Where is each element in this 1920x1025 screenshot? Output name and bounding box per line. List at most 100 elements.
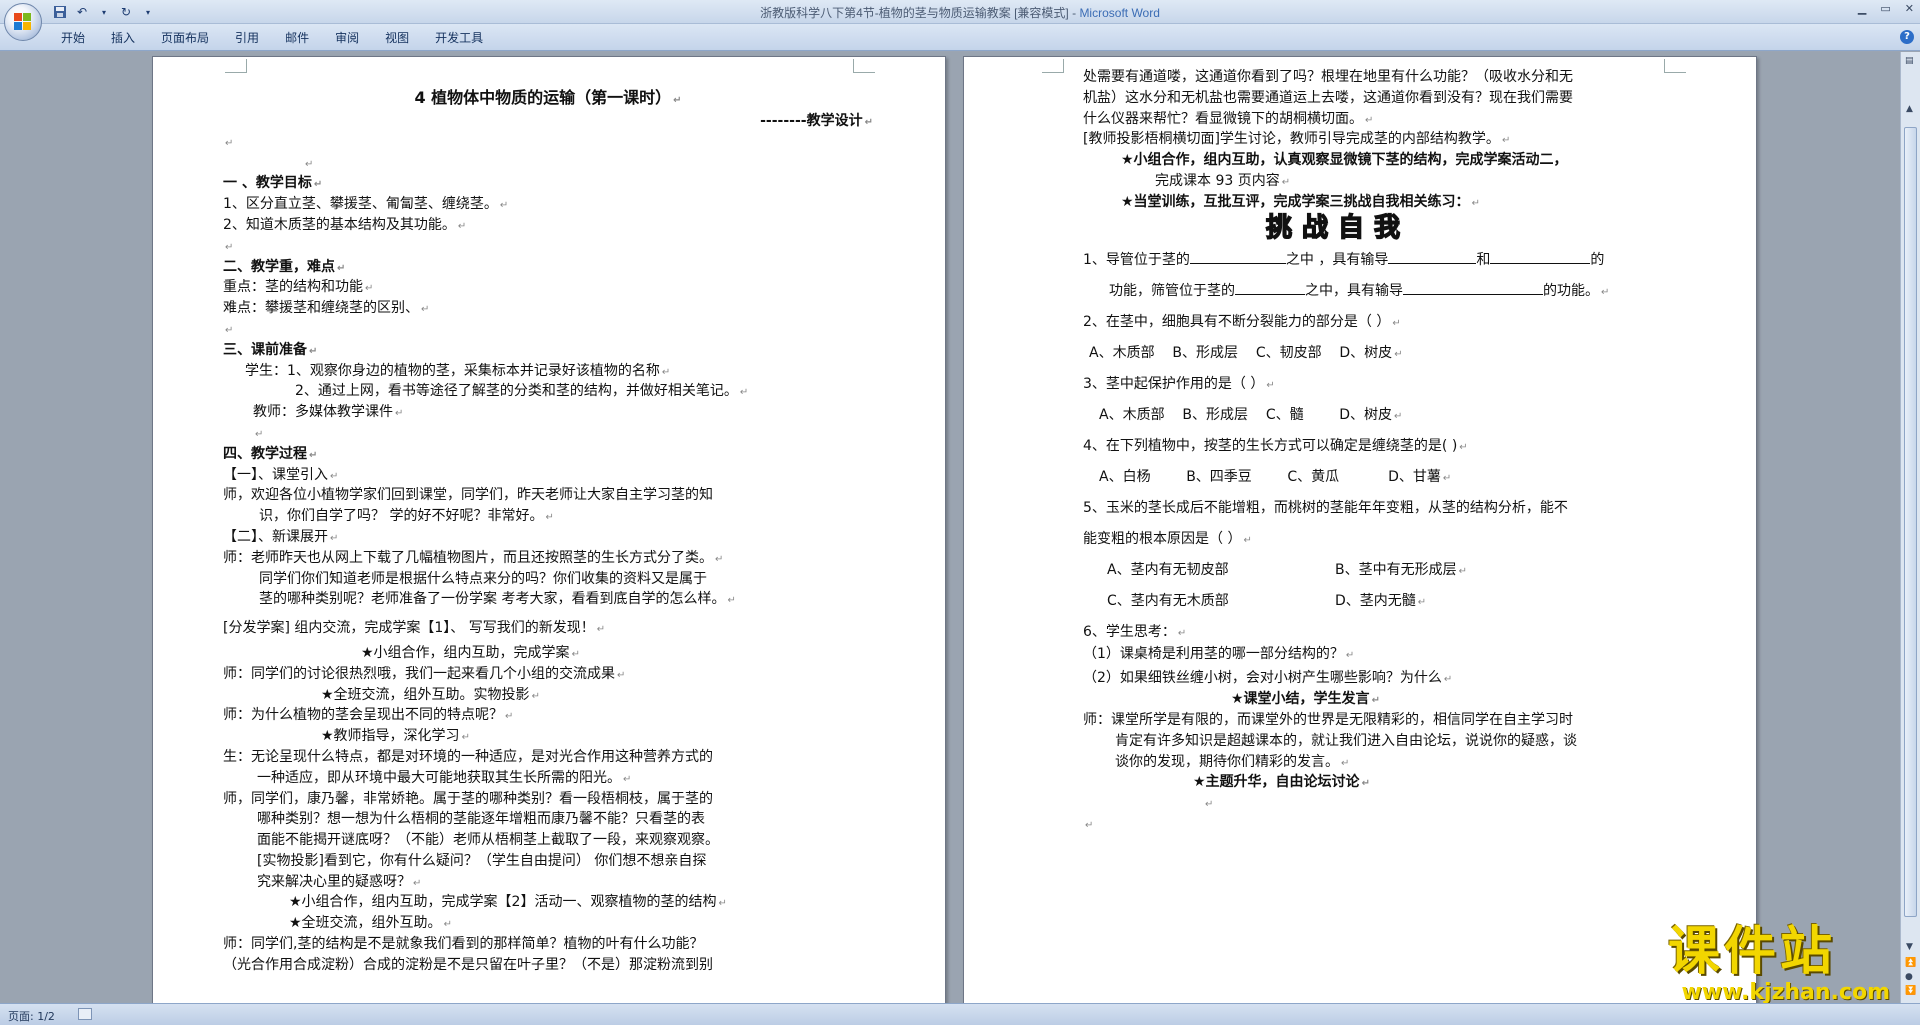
vertical-scrollbar[interactable]: ▤ ▲ ▼ ⏫ ● ⏬: [1900, 52, 1920, 1003]
scrollbar-thumb[interactable]: [1904, 127, 1917, 917]
text-line: 哪种类别？想一想为什么梧桐的茎能逐年增粗而康乃馨不能？只看茎的表: [257, 811, 705, 828]
text-line: ★小组合作，组内互助，完成学案【2】活动一、观察植物的茎的结构: [289, 894, 717, 911]
option: A、白杨: [1099, 468, 1151, 485]
question-2: 2、在茎中，细胞具有不断分裂能力的部分是（ ）: [1083, 313, 1391, 330]
crop-mark: [225, 59, 247, 73]
text-line: [分发学案] 组内交流，完成学案【1】、 写写我们的新发现！: [223, 620, 595, 637]
text-line: 什么仪器来帮忙？看显微镜下的胡桐横切面。: [1083, 110, 1363, 127]
section-heading: 四、教学过程: [223, 445, 307, 462]
close-icon[interactable]: ✕: [1905, 2, 1914, 15]
blank-line: [1189, 250, 1286, 264]
crop-mark: [1664, 59, 1686, 73]
page-indicator[interactable]: 页面: 1/2: [8, 1008, 55, 1024]
text-line: 1、区分直立茎、攀援茎、匍匐茎、缠绕茎。: [223, 196, 498, 213]
question-1-line-2a: 功能，筛管位于茎的: [1109, 282, 1235, 299]
option: A、木质部: [1099, 406, 1165, 423]
question-1-line-2b: 之中，具有输导: [1305, 282, 1403, 299]
tab-view[interactable]: 视图: [372, 29, 422, 47]
summary-line: 谈你的发现，期待你们精彩的发言。: [1115, 753, 1339, 770]
option: A、茎内有无韧皮部: [1107, 561, 1229, 578]
text-line: [实物投影]看到它，你有什么疑问？（学生自由提问） 你们想不想亲自探: [257, 852, 707, 869]
option: D、茎内无髓: [1335, 592, 1416, 609]
tab-home[interactable]: 开始: [48, 29, 98, 47]
question-1-line-2c: 的功能。: [1543, 282, 1599, 299]
tab-developer[interactable]: 开发工具: [422, 29, 496, 47]
window-title: 浙教版科学八下第4节-植物的茎与物质运输教案 [兼容模式] - Microsof…: [760, 6, 1160, 20]
blank-line: [1403, 281, 1543, 295]
paragraph-mark: ↵: [225, 137, 234, 149]
title-bar: ↶ ▾ ↻ ▾ 浙教版科学八下第4节-植物的茎与物质运输教案 [兼容模式] - …: [0, 0, 1920, 24]
question-1-part-b: 之中 ，具有输导: [1285, 251, 1389, 268]
tab-references[interactable]: 引用: [222, 29, 272, 47]
text-line: 茎的哪种类别呢？老师准备了一份学案 考考大家，看看到底自学的怎么样。: [259, 591, 726, 608]
maximize-icon[interactable]: ▭: [1880, 2, 1890, 15]
question-6-item-2: （2）如果细铁丝缠小树，会对小树产生哪些影响？为什么: [1083, 670, 1442, 687]
blank-line: [1388, 250, 1477, 264]
text-line: 2、知道木质茎的基本结构及其功能。: [223, 216, 456, 233]
previous-page-icon[interactable]: ⏫: [1905, 958, 1916, 968]
page-2: 处需要有通道喽，这通道你看到了吗？根埋在地里有什么功能？（吸收水分和无 机盐）这…: [963, 56, 1757, 1003]
crop-mark: [1042, 59, 1064, 73]
option: B、形成层: [1182, 406, 1248, 423]
option: B、茎中有无形成层: [1335, 561, 1457, 578]
window-controls: ▁ ▭ ✕: [1858, 2, 1914, 15]
question-5-line-2: 能变粗的根本原因是（ ）: [1083, 530, 1242, 547]
tab-mailings[interactable]: 邮件: [272, 29, 322, 47]
blank-line: [1235, 281, 1305, 295]
text-line: 处需要有通道喽，这通道你看到了吗？根埋在地里有什么功能？（吸收水分和无: [1083, 69, 1573, 85]
option: B、四季豆: [1186, 468, 1252, 485]
text-line: ★全班交流，组外互助。实物投影: [321, 686, 530, 703]
proofing-icon[interactable]: [78, 1008, 92, 1020]
summary-heading: ★课堂小结，学生发言: [1231, 691, 1370, 708]
option: C、茎内有无木质部: [1107, 592, 1229, 609]
summary-line: 肯定有许多知识是超越课本的，就让我们进入自由论坛，说说你的疑惑，谈: [1115, 732, 1577, 749]
minimize-icon[interactable]: ▁: [1858, 2, 1866, 15]
option: C、黄瓜: [1287, 468, 1340, 485]
text-line: ★当堂训练，互批互评，完成学案三挑战自我相关练习：: [1121, 193, 1470, 210]
question-5: 5、玉米的茎长成后不能增粗，而桃树的茎能年年变粗，从茎的结构分析，能不: [1083, 499, 1568, 516]
option: C、髓: [1265, 406, 1304, 423]
option: A、木质部: [1089, 344, 1155, 361]
text-line: 一种适应，即从环境中最大可能地获取其生长所需的阳光。: [257, 769, 621, 786]
text-line: 【一】、课堂引入: [223, 466, 328, 483]
tab-page-layout[interactable]: 页面布局: [148, 29, 222, 47]
theme-heading: ★主题升华，自由论坛讨论: [1193, 774, 1360, 791]
option: D、甘薯: [1388, 468, 1441, 485]
text-line: 完成课本 93 页内容: [1155, 172, 1280, 189]
select-browse-object-icon[interactable]: ●: [1905, 972, 1913, 982]
section-heading: 二、教学重，难点: [223, 258, 335, 275]
text-line: ★全班交流，组外互助。: [289, 915, 442, 932]
office-button[interactable]: [4, 3, 42, 41]
question-3: 3、茎中起保护作用的是（ ）: [1083, 375, 1265, 392]
doc-title: 4 植物体中物质的运输（第一课时）: [414, 88, 672, 107]
question-1-part-a: 1、导管位于茎的: [1083, 251, 1190, 268]
option: D、树皮: [1339, 344, 1393, 361]
doc-subtitle: --------教学设计: [760, 113, 863, 129]
ruler-toggle-icon[interactable]: ▤: [1905, 56, 1914, 66]
help-icon[interactable]: ?: [1900, 30, 1914, 44]
section-heading: 三、课前准备: [223, 341, 307, 358]
text-line: 生：无论呈现什么特点，都是对环境的一种适应，是对光合作用这种营养方式的: [223, 748, 713, 765]
text-line: 机盐）这水分和无机盐也需要通道运上去喽，这通道你看到没有？现在我们需要: [1083, 89, 1573, 106]
document-workspace: 4 植物体中物质的运输（第一课时） ↵ --------教学设计 ↵ ↵ ↵ 一 、…: [0, 52, 1900, 1003]
scroll-up-icon[interactable]: ▲: [1906, 104, 1913, 114]
summary-line: 师：课堂所学是有限的，而课堂外的世界是无限精彩的，相信同学在自主学习时: [1083, 711, 1573, 728]
text-line: 师：同学们,茎的结构是不是就象我们看到的那样简单？植物的叶有什么功能？: [223, 936, 704, 953]
blank-line: [1490, 250, 1591, 264]
text-line: ★教师指导，深化学习: [321, 728, 460, 745]
next-page-icon[interactable]: ⏬: [1905, 986, 1916, 996]
text-line: 同学们你们知道老师是根据什么特点来分的吗？你们收集的资料又是属于: [259, 570, 707, 587]
watermark-logo: 课件站 www.kjzhan.com: [1668, 922, 1898, 1005]
status-bar: 页面: 1/2: [0, 1003, 1920, 1025]
tab-insert[interactable]: 插入: [98, 29, 148, 47]
ribbon: 开始 插入 页面布局 引用 邮件 审阅 视图 开发工具 ?: [0, 24, 1920, 51]
section-heading: 一 、教学目标: [223, 175, 312, 192]
text-line: 师，同学们，康乃馨，非常娇艳。属于茎的哪种类别？看一段梧桐枝，属于茎的: [223, 790, 713, 807]
tab-review[interactable]: 审阅: [322, 29, 372, 47]
scroll-down-icon[interactable]: ▼: [1906, 942, 1913, 952]
page-1: 4 植物体中物质的运输（第一课时） ↵ --------教学设计 ↵ ↵ ↵ 一 、…: [152, 56, 946, 1003]
text-line: 究来解决心里的疑惑呀？: [257, 873, 411, 890]
watermark-text: 课件站: [1668, 922, 1837, 982]
office-logo-icon: [14, 13, 32, 31]
watermark-url: www.kjzhan.com: [1681, 980, 1890, 1005]
